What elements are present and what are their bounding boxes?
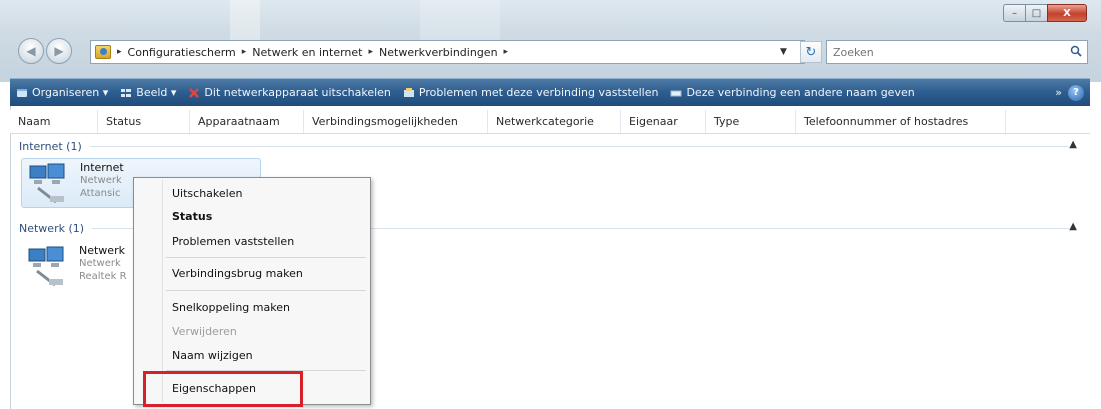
column-header-apparaatnaam[interactable]: Apparaatnaam <box>190 110 304 133</box>
disable-icon <box>189 87 200 98</box>
diagnose-icon <box>403 87 414 97</box>
control-panel-icon <box>95 45 111 59</box>
diagnose-button[interactable]: Problemen met deze verbinding vaststelle… <box>397 79 665 106</box>
organize-button[interactable]: Organiseren ▾ <box>10 79 114 106</box>
menu-item-problemen-vaststellen[interactable]: Problemen vaststellen <box>172 235 294 248</box>
window-controls: – □ X <box>1003 4 1087 22</box>
menu-separator <box>166 257 366 258</box>
menu-item-status[interactable]: Status <box>172 210 212 223</box>
breadcrumb-separator: ▸ <box>117 47 122 57</box>
menu-item-verwijderen: Verwijderen <box>172 325 237 338</box>
breadcrumb-separator: ▸ <box>368 47 374 57</box>
disable-device-button[interactable]: Dit netwerkapparaat uitschakelen <box>182 79 396 106</box>
back-button[interactable]: ◀ <box>18 38 44 64</box>
menu-item-naam-wijzigen[interactable]: Naam wijzigen <box>172 349 253 362</box>
search-box <box>826 40 1088 64</box>
diagnose-label: Problemen met deze verbinding vaststelle… <box>418 86 659 99</box>
close-button[interactable]: X <box>1047 4 1087 22</box>
network-connection-icon <box>29 163 65 204</box>
command-bar: Organiseren ▾ Beeld ▾ Dit netwerkapparaa… <box>10 78 1090 106</box>
group-divider <box>89 146 1069 147</box>
organize-icon <box>17 88 27 97</box>
column-header-eigenaar[interactable]: Eigenaar <box>621 110 706 133</box>
breadcrumb-separator[interactable]: ▸ <box>504 47 509 57</box>
navigation-buttons: ◀ ▶ <box>18 38 72 64</box>
highlight-annotation <box>143 371 303 407</box>
glass-reflection <box>230 0 260 40</box>
breadcrumb-netwerkverbindingen[interactable]: Netwerkverbindingen <box>379 46 498 59</box>
collapse-chevron-icon[interactable]: ▲ <box>1069 139 1077 150</box>
collapse-chevron-icon[interactable]: ▲ <box>1069 221 1077 232</box>
column-header-netwerkcategorie[interactable]: Netwerkcategorie <box>488 110 621 133</box>
connection-name: Internet <box>80 161 124 174</box>
rename-connection-label: Deze verbinding een andere naam geven <box>686 86 915 99</box>
glass-reflection <box>420 0 500 40</box>
group-header-internet[interactable]: Internet (1) ▲ <box>19 139 1077 153</box>
column-header-verbindingsmogelijkheden[interactable]: Verbindingsmogelijkheden <box>304 110 488 133</box>
connection-name: Netwerk <box>79 244 125 257</box>
column-header-naam[interactable]: Naam <box>10 110 98 133</box>
column-header-status[interactable]: Status <box>98 110 190 133</box>
view-icon <box>121 88 132 97</box>
refresh-button[interactable]: ↻ <box>800 41 822 63</box>
maximize-button[interactable]: □ <box>1025 4 1047 22</box>
menu-item-uitschakelen[interactable]: Uitschakelen <box>172 187 242 200</box>
breadcrumb-netwerk-en-internet[interactable]: Netwerk en internet <box>252 46 362 59</box>
forward-button[interactable]: ▶ <box>46 38 72 64</box>
connection-status: Netwerk <box>80 175 122 186</box>
connection-status: Netwerk <box>79 258 121 269</box>
search-input[interactable] <box>833 45 1053 59</box>
view-button[interactable]: Beeld ▾ <box>114 79 182 106</box>
menu-separator <box>166 290 366 291</box>
organize-label: Organiseren ▾ <box>32 86 109 99</box>
group-header-label: Internet (1) <box>19 140 82 153</box>
disable-device-label: Dit netwerkapparaat uitschakelen <box>204 86 391 99</box>
menu-item-verbindingsbrug-maken[interactable]: Verbindingsbrug maken <box>172 267 303 280</box>
refresh-icon: ↻ <box>805 44 817 60</box>
help-icon[interactable]: ? <box>1068 84 1084 101</box>
menu-item-snelkoppeling-maken[interactable]: Snelkoppeling maken <box>172 301 290 314</box>
address-dropdown-icon[interactable]: ▼ <box>780 47 787 57</box>
more-commands-button[interactable]: » <box>1049 86 1068 99</box>
minimize-button[interactable]: – <box>1003 4 1025 22</box>
breadcrumb-configuratiescherm[interactable]: Configuratiescherm <box>128 46 236 59</box>
group-header-label: Netwerk (1) <box>19 222 85 235</box>
connection-device: Realtek R <box>79 271 127 282</box>
network-connection-icon <box>28 246 64 287</box>
view-label: Beeld ▾ <box>136 86 177 99</box>
connection-device: Attansic <box>80 188 121 199</box>
address-bar[interactable]: ▸ Configuratiescherm ▸ Netwerk en intern… <box>90 40 805 64</box>
column-header-telefoonnummer[interactable]: Telefoonnummer of hostadres <box>796 110 1006 133</box>
forward-arrow-icon: ▶ <box>54 44 64 58</box>
search-icon[interactable] <box>1070 45 1082 57</box>
column-headers: Naam Status Apparaatnaam Verbindingsmoge… <box>10 110 1090 134</box>
back-arrow-icon: ◀ <box>26 44 36 58</box>
breadcrumb-separator: ▸ <box>241 47 247 57</box>
rename-icon <box>670 90 682 96</box>
column-header-type[interactable]: Type <box>706 110 796 133</box>
rename-connection-button[interactable]: Deze verbinding een andere naam geven <box>664 79 920 106</box>
